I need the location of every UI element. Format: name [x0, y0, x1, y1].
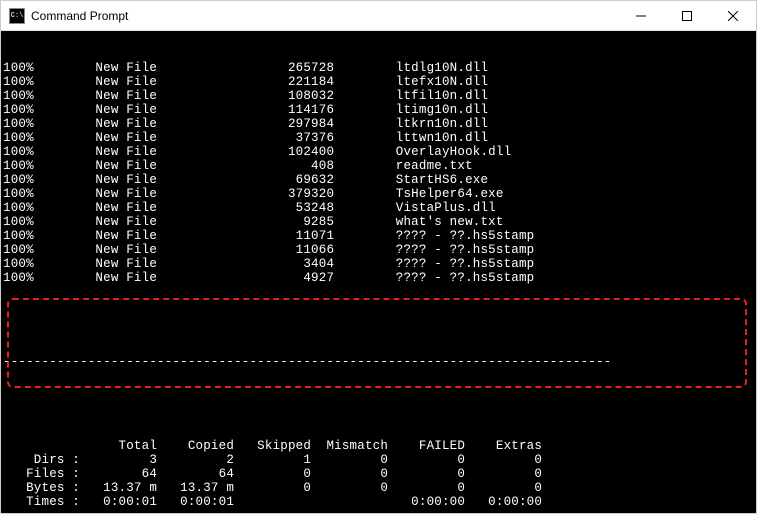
file-row: 100% New File 69632 StartHS6.exe	[3, 173, 754, 187]
file-row: 100% New File 37376 lttwn10n.dll	[3, 131, 754, 145]
summary-table: Total Copied Skipped Mismatch FAILED Ext…	[3, 439, 754, 509]
blank-line	[3, 397, 754, 411]
close-button[interactable]	[710, 1, 756, 31]
file-row: 100% New File 221184 ltefx10N.dll	[3, 75, 754, 89]
separator-line: ----------------------------------------…	[3, 355, 754, 369]
file-row: 100% New File 265728 ltdlg10N.dll	[3, 61, 754, 75]
minimize-button[interactable]	[618, 1, 664, 31]
cmd-icon: C:\	[9, 8, 25, 24]
summary-header: Total Copied Skipped Mismatch FAILED Ext…	[3, 439, 754, 453]
blank-line	[3, 313, 754, 327]
maximize-button[interactable]	[664, 1, 710, 31]
file-row: 100% New File 108032 ltfil10n.dll	[3, 89, 754, 103]
file-row: 100% New File 3404 ???? - ??.hs5stamp	[3, 257, 754, 271]
file-row: 100% New File 4927 ???? - ??.hs5stamp	[3, 271, 754, 285]
file-row: 100% New File 11066 ???? - ??.hs5stamp	[3, 243, 754, 257]
highlight-annotation	[7, 298, 747, 388]
file-row: 100% New File 102400 OverlayHook.dll	[3, 145, 754, 159]
file-row: 100% New File 297984 ltkrn10n.dll	[3, 117, 754, 131]
file-row: 100% New File 379320 TsHelper64.exe	[3, 187, 754, 201]
file-row: 100% New File 408 readme.txt	[3, 159, 754, 173]
command-prompt-window: C:\ Command Prompt 100% New File 265728 …	[0, 0, 757, 514]
summary-row: Bytes : 13.37 m 13.37 m 0 0 0 0	[3, 481, 754, 495]
file-row: 100% New File 9285 what's new.txt	[3, 215, 754, 229]
summary-row: Dirs : 3 2 1 0 0 0	[3, 453, 754, 467]
file-row: 100% New File 114176 ltimg10n.dll	[3, 103, 754, 117]
summary-row: Times : 0:00:01 0:00:01 0:00:00 0:00:00	[3, 495, 754, 509]
titlebar[interactable]: C:\ Command Prompt	[1, 1, 756, 31]
window-title: Command Prompt	[31, 9, 618, 23]
summary-row: Files : 64 64 0 0 0 0	[3, 467, 754, 481]
file-row: 100% New File 11071 ???? - ??.hs5stamp	[3, 229, 754, 243]
file-list: 100% New File 265728 ltdlg10N.dll100% Ne…	[3, 61, 754, 285]
window-controls	[618, 1, 756, 31]
file-row: 100% New File 53248 VistaPlus.dll	[3, 201, 754, 215]
terminal-output[interactable]: 100% New File 265728 ltdlg10N.dll100% Ne…	[1, 31, 756, 513]
